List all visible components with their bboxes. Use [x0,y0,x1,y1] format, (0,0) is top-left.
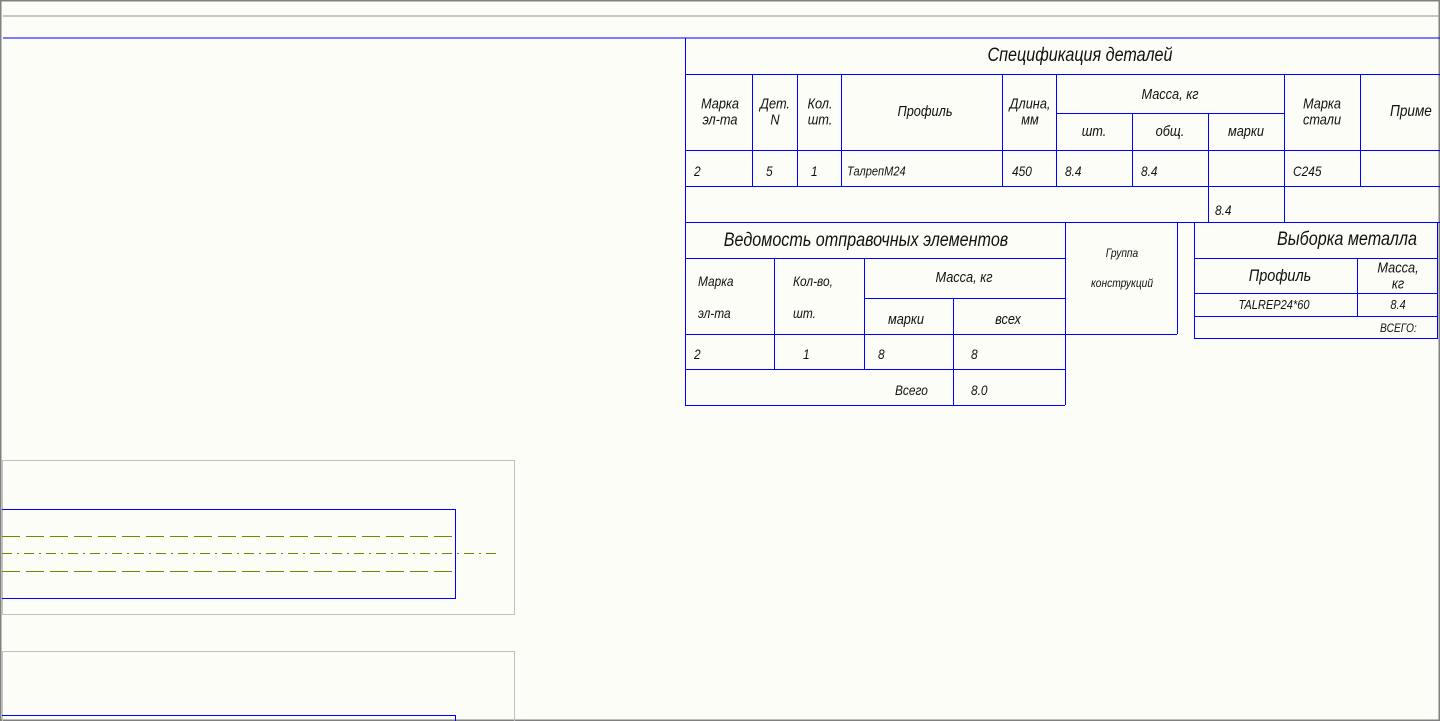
group-label: Группа конструкций [1090,246,1154,290]
vedomost-cell-mark: 2 [694,346,701,362]
spec-cell-mass-piece: 8.4 [1065,163,1082,179]
spec-cell-profile: ТалрепМ24 [847,163,906,179]
spec-cell-qty: 1 [811,163,818,179]
spec-title: Спецификация деталей [987,45,1173,67]
vyborka-cell-profile: TALREP24*60 [1238,297,1310,313]
spec-header-length: Длина, мм [1009,95,1051,128]
spec-header-mass-mark: марки [1227,123,1265,141]
vyborka-header-profile: Профиль [1248,266,1312,286]
spec-cell-det: 5 [766,163,773,179]
vedomost-cell-mass-mark: 8 [878,346,885,362]
spec-total-mark-mass: 8.4 [1215,202,1232,218]
spec-table-grid [685,38,1440,405]
spec-cell-mark: 2 [694,163,701,179]
vedomost-cell-mass-all: 8 [971,346,978,362]
vedomost-cell-qty: 1 [803,346,810,362]
viewport-frame-1[interactable] [2,460,515,615]
spec-header-profile: Профиль [897,103,953,121]
vyborka-header-mass: Масса, кг [1377,259,1419,292]
spec-header-qty: Кол. шт. [807,95,833,128]
vyborka-cell-mass: 8.4 [1390,297,1406,313]
vyborka-total-label: ВСЕГО: [1380,321,1417,335]
spec-header-mass-piece: шт. [1081,123,1107,141]
vyborka-title: Выборка металла [1277,229,1417,251]
vedomost-total-label: Всего [895,382,928,398]
vedomost-total-value: 8.0 [971,382,988,398]
spec-cell-length: 450 [1012,163,1032,179]
spec-header-det: Дет. N [760,95,790,128]
spec-header-mass-total: общ. [1155,123,1185,141]
vedomost-header-mass-mark: марки [887,311,925,329]
vedomost-title: Ведомость отправочных элементов [723,230,1009,252]
vedomost-header-mark: Марка эл-та [698,273,734,321]
spec-cell-steel: С245 [1293,163,1322,179]
spec-cell-mass-total: 8.4 [1141,163,1158,179]
spec-header-steel: Марка стали [1302,95,1342,128]
vedomost-header-mass: Масса, кг [935,269,993,287]
vedomost-header-mass-all: всех [995,311,1021,329]
spec-header-mass: Масса, кг [1141,86,1199,104]
vedomost-header-qty: Кол-во, шт. [793,273,833,321]
spec-header-mark: Марка эл-та [700,95,740,128]
viewport-frame-2[interactable] [2,651,515,721]
spec-header-note: Приме [1390,103,1432,120]
